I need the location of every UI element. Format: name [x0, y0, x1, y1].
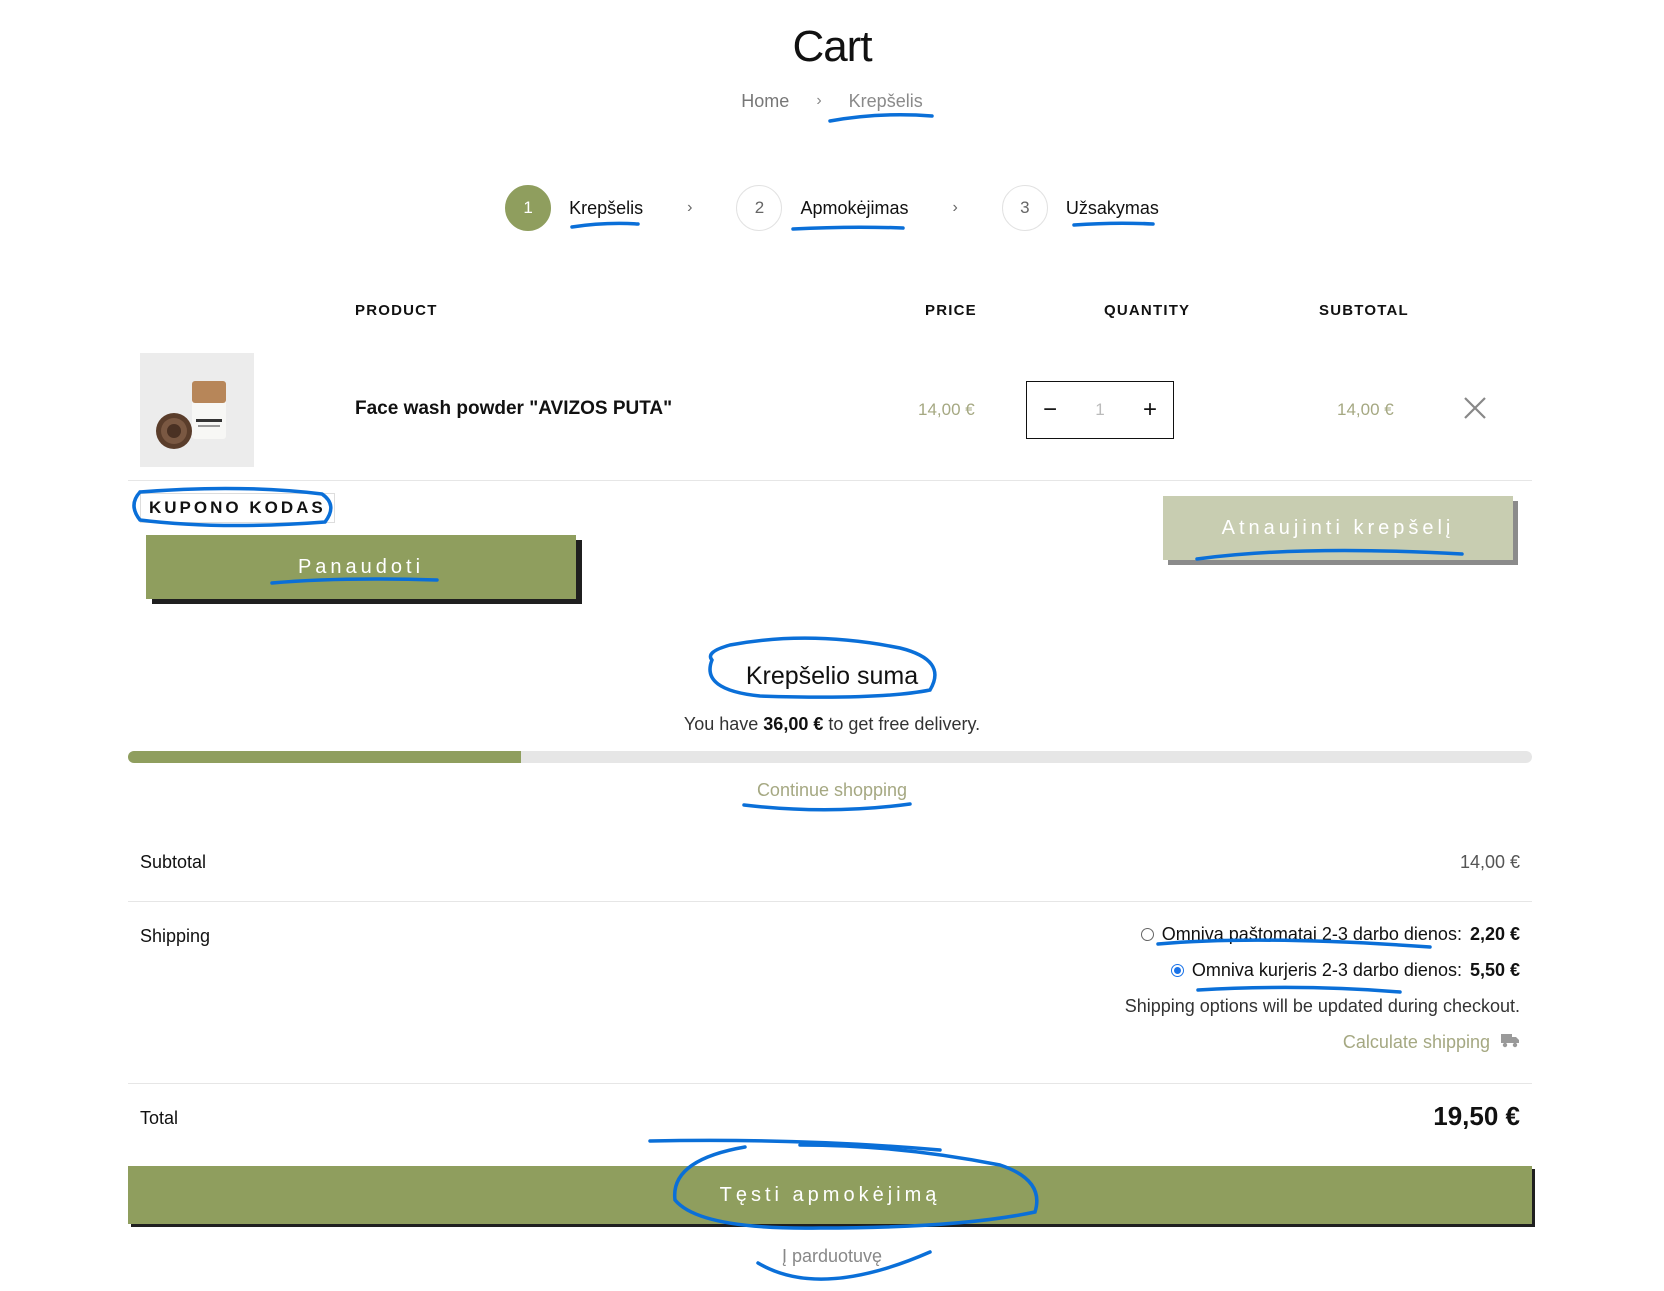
- annotation-underline: [742, 802, 912, 812]
- step-number: 1: [505, 185, 552, 231]
- annotation-underline: [1196, 985, 1402, 994]
- step-number: 3: [1001, 185, 1048, 231]
- step-number: 2: [736, 185, 783, 231]
- shipping-label: Shipping: [140, 926, 211, 946]
- annotation-underline: [828, 113, 934, 123]
- row-divider: [128, 1083, 1532, 1084]
- free-delivery-suffix: to get free delivery.: [828, 714, 981, 734]
- row-divider: [128, 901, 1532, 902]
- step-payment[interactable]: 2 Apmokėjimas: [736, 185, 909, 231]
- step-label: Užsakymas: [1065, 197, 1159, 218]
- shipping-option-price: 2,20 €: [1469, 924, 1520, 944]
- free-delivery-amount: 36,00 €: [763, 714, 824, 734]
- calculate-shipping-link[interactable]: Calculate shipping: [1343, 1031, 1520, 1054]
- shipping-radio[interactable]: [1140, 928, 1154, 941]
- breadcrumb-current[interactable]: Krepšelis: [849, 91, 923, 112]
- quantity-increase-button[interactable]: +: [1143, 398, 1157, 422]
- product-image[interactable]: [140, 353, 254, 467]
- checkout-steps: 1 Krepšelis › 2 Apmokėjimas › 3 Užsakyma…: [0, 185, 1664, 231]
- subtotal-label: Subtotal: [140, 852, 207, 872]
- total-value: 19,50 €: [1433, 1101, 1520, 1131]
- step-cart[interactable]: 1 Krepšelis: [505, 185, 643, 231]
- truck-icon: [1500, 1031, 1520, 1054]
- breadcrumb-home[interactable]: Home: [741, 91, 789, 112]
- breadcrumb-separator: ›: [816, 92, 822, 110]
- quantity-stepper[interactable]: − 1 +: [1026, 381, 1174, 439]
- coupon-code-field[interactable]: KUPONO KODAS: [140, 493, 335, 523]
- continue-shopping-link[interactable]: Continue shopping: [0, 780, 1664, 801]
- header-price: PRICE: [925, 302, 977, 319]
- proceed-to-checkout-button[interactable]: Tęsti apmokėjimą: [128, 1166, 1532, 1224]
- step-label: Apmokėjimas: [800, 197, 909, 218]
- progress-fill: [128, 751, 522, 763]
- annotation-underline: [648, 1138, 942, 1152]
- shipping-note: Shipping options will be updated during …: [1124, 996, 1520, 1016]
- to-shop-link[interactable]: Į parduotuvę: [0, 1246, 1664, 1267]
- row-divider: [128, 480, 1532, 481]
- total-label: Total: [140, 1108, 179, 1128]
- header-subtotal: SUBTOTAL: [1319, 302, 1409, 319]
- close-icon[interactable]: [1462, 395, 1488, 421]
- quantity-input[interactable]: 1: [1095, 400, 1104, 420]
- product-subtotal: 14,00 €: [1337, 400, 1394, 419]
- product-price: 14,00 €: [918, 400, 975, 419]
- page-title: Cart: [792, 22, 872, 71]
- step-order[interactable]: 3 Užsakymas: [1001, 185, 1159, 231]
- free-delivery-prefix: You have: [683, 714, 759, 734]
- header-quantity: QUANTITY: [1104, 302, 1191, 319]
- free-delivery-progress: [128, 751, 1532, 763]
- step-arrow-icon: ›: [952, 199, 958, 216]
- step-arrow-icon: ›: [687, 199, 693, 216]
- shipping-radio[interactable]: [1170, 964, 1184, 977]
- shipping-option-parcel-terminal[interactable]: Omniva paštomatai 2-3 darbo dienos: 2,20…: [1140, 924, 1520, 945]
- update-cart-button[interactable]: Atnaujinti krepšelį: [1163, 496, 1513, 560]
- cart-totals-title: Krepšelio suma: [745, 662, 919, 690]
- apply-coupon-button[interactable]: Panaudoti: [146, 535, 576, 599]
- free-delivery-message: You have 36,00 € to get free delivery.: [0, 714, 1664, 735]
- shipping-option-name: Omniva paštomatai 2-3 darbo dienos:: [1161, 924, 1462, 944]
- quantity-decrease-button[interactable]: −: [1043, 398, 1057, 422]
- product-name[interactable]: Face wash powder "AVIZOS PUTA": [355, 398, 672, 420]
- shipping-option-name: Omniva kurjeris 2-3 darbo dienos:: [1191, 960, 1462, 980]
- shipping-option-courier[interactable]: Omniva kurjeris 2-3 darbo dienos: 5,50 €: [1170, 960, 1520, 981]
- subtotal-value: 14,00 €: [1459, 852, 1520, 872]
- breadcrumb: Home › Krepšelis: [0, 90, 1664, 112]
- step-label: Krepšelis: [569, 197, 644, 218]
- calculate-shipping-label: Calculate shipping: [1342, 1032, 1490, 1052]
- header-product: PRODUCT: [355, 302, 438, 319]
- shipping-option-price: 5,50 €: [1469, 960, 1520, 980]
